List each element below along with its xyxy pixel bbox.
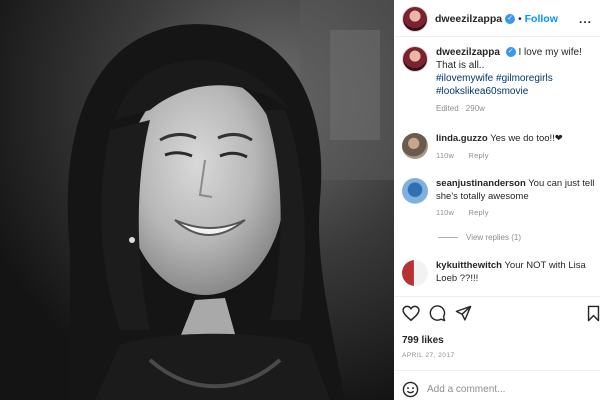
caption: dweezilzappa ✓ I love my wife! That is a… [402,46,598,115]
replies-line [438,237,458,238]
separator-dot: • [518,13,522,25]
comment-avatar[interactable] [402,260,428,286]
add-comment-input[interactable]: Add a comment... [427,384,505,395]
edited-label: Edited · 290w [436,104,485,113]
comment-username[interactable]: kykuitthewitch [436,260,502,271]
comment-avatar[interactable] [402,133,428,159]
portrait-image [0,0,394,400]
heart-icon[interactable] [402,305,420,322]
comment-time: 110w [436,150,455,160]
follow-button[interactable]: Follow [525,13,558,25]
reply-button[interactable]: Reply [468,151,488,160]
comment-username[interactable]: seanjustinanderson [436,178,526,189]
action-bar [402,305,600,323]
more-options-icon[interactable]: ... [579,12,592,26]
post-photo[interactable] [0,0,394,400]
comment-item: kykuitthewitch Your NOT with Lisa Loeb ?… [402,260,598,286]
divider [394,370,600,371]
comment-icon[interactable] [429,305,446,322]
caption-hashtags[interactable]: #ilovemywife #gilmoregirls #lookslikea60… [436,72,596,98]
bookmark-icon[interactable] [587,305,600,322]
comment-avatar[interactable] [402,178,428,204]
likes-count[interactable]: 799 likes [402,335,444,346]
comment-time: 110w [436,208,455,217]
caption-text: dweezilzappa ✓ I love my wife! That is a… [436,46,596,115]
caption-username[interactable]: dweezilzappa [436,47,500,58]
comment-username[interactable]: linda.guzzo [436,133,488,144]
post-header: dweezilzappa ✓ • Follow ... [402,6,600,32]
divider [394,36,600,37]
reply-button[interactable]: Reply [468,208,488,217]
emoji-icon[interactable] [402,381,419,398]
share-icon[interactable] [455,305,472,322]
post-username[interactable]: dweezilzappa [435,13,502,25]
post-details-panel: dweezilzappa ✓ • Follow ... dweezilzappa… [394,0,600,400]
post-date: APRIL 27, 2017 [402,352,455,359]
divider [394,296,600,297]
view-replies-button[interactable]: View replies (1) [438,233,521,242]
verified-icon: ✓ [505,47,516,58]
view-replies-label[interactable]: View replies (1) [466,233,521,242]
avatar[interactable] [402,6,428,32]
caption-avatar[interactable] [402,46,428,72]
verified-icon: ✓ [505,14,516,24]
comment-item: linda.guzzo Yes we do too!!❤ 110w Reply [402,133,598,162]
comment-item: seanjustinanderson You can just tell she… [402,178,598,220]
add-comment-bar: Add a comment... [402,381,600,398]
comment-text: Yes we do too!!❤ [490,133,563,144]
